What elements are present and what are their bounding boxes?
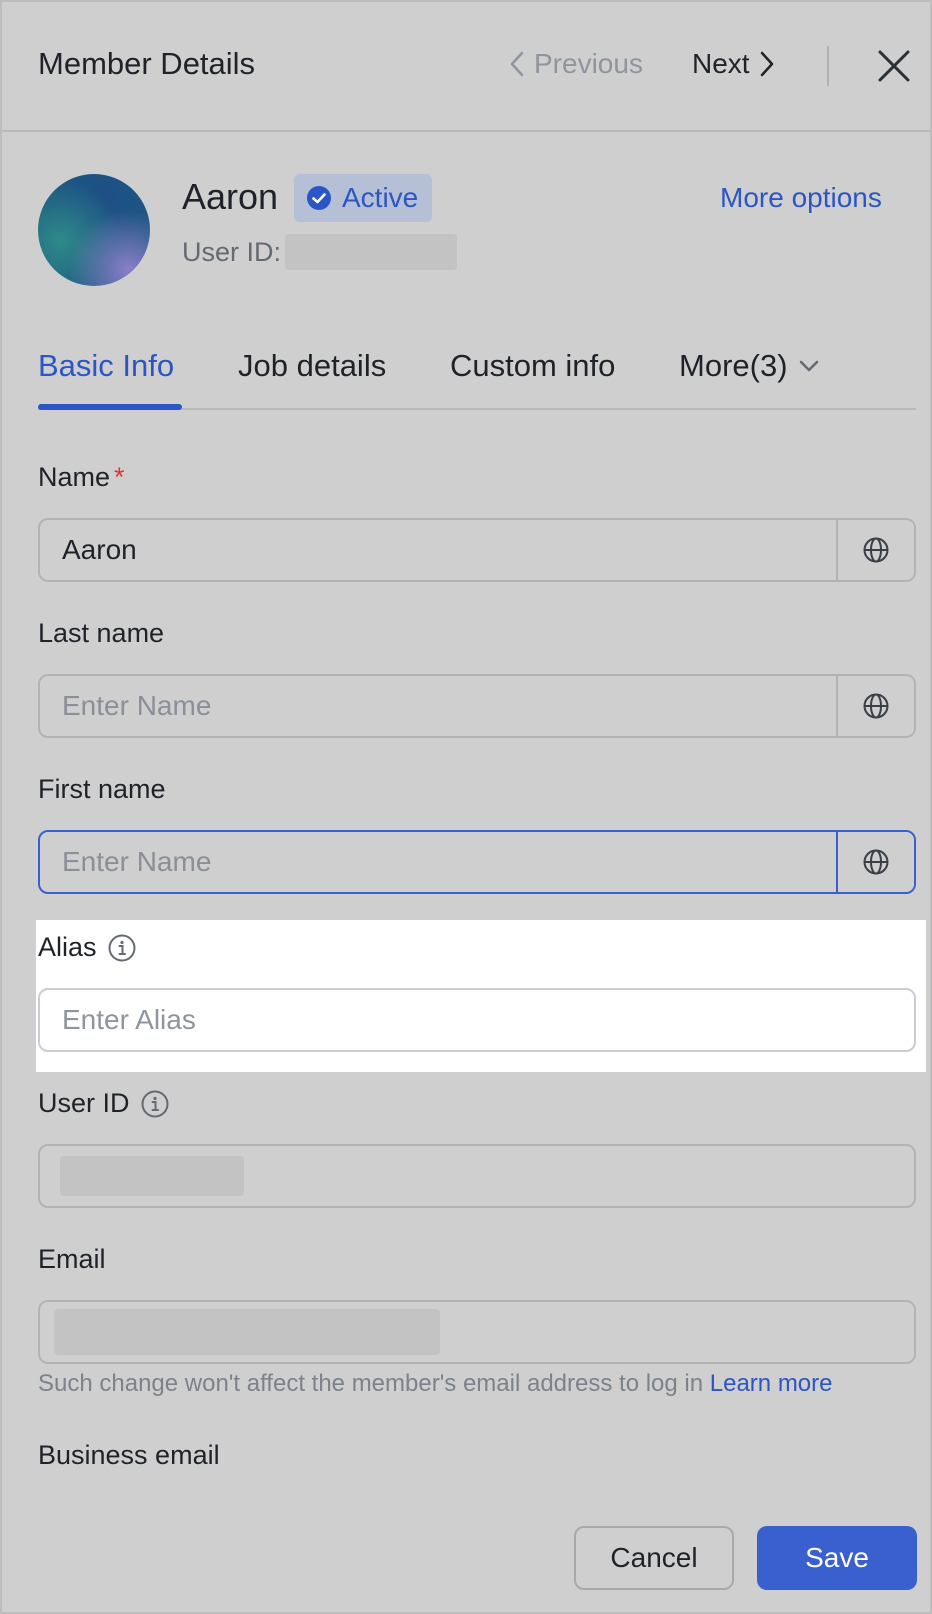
email-hint: Such change won't affect the member's em… <box>38 1370 833 1398</box>
chevron-right-icon <box>760 51 773 77</box>
user-id-input[interactable] <box>40 1146 914 1206</box>
close-button[interactable] <box>874 46 914 86</box>
tab-label: Basic Info <box>38 348 175 383</box>
alias-highlight: Alias Enter Alias <box>36 920 926 1072</box>
name-label-text: Name <box>38 462 111 492</box>
business-email-label: Business email <box>38 1440 220 1471</box>
business-email-label-text: Business email <box>38 1440 220 1470</box>
globe-icon <box>863 693 889 719</box>
alias-label: Alias <box>38 932 137 963</box>
tab-basic-info[interactable]: Basic Info <box>38 348 174 384</box>
status-text: Active <box>342 182 419 213</box>
email-hint-text: Such change won't affect the member's em… <box>38 1370 704 1397</box>
user-id-field-label: User ID <box>38 1088 170 1119</box>
globe-icon <box>863 537 889 563</box>
email-label-text: Email <box>38 1244 106 1274</box>
last-name-language-button[interactable] <box>836 676 914 736</box>
active-tab-indicator <box>38 404 182 410</box>
globe-icon <box>863 849 889 875</box>
chevron-left-icon <box>510 51 524 77</box>
close-icon <box>878 50 910 82</box>
last-name-input[interactable]: Enter Name <box>40 676 836 736</box>
tab-more[interactable]: More(3) <box>679 348 820 384</box>
info-icon[interactable] <box>107 933 137 963</box>
check-circle-icon <box>307 186 331 210</box>
learn-more-link[interactable]: Learn more <box>710 1370 833 1397</box>
cancel-button[interactable]: Cancel <box>574 1526 734 1590</box>
email-label: Email <box>38 1244 106 1275</box>
last-name-field: Enter Name <box>38 674 916 738</box>
chevron-down-icon <box>799 360 818 372</box>
previous-button[interactable]: Previous <box>508 48 643 80</box>
alias-label-text: Alias <box>38 932 97 962</box>
save-button[interactable]: Save <box>757 1526 917 1590</box>
tab-job-details[interactable]: Job details <box>238 348 386 384</box>
tab-custom-info[interactable]: Custom info <box>450 348 615 384</box>
first-name-label-text: First name <box>38 774 166 804</box>
last-name-label-text: Last name <box>38 618 165 648</box>
next-label: Next <box>692 48 750 79</box>
more-options-link[interactable]: More options <box>720 182 882 214</box>
info-icon[interactable] <box>140 1089 170 1119</box>
first-name-label: First name <box>38 774 166 805</box>
name-field: Aaron <box>38 518 916 582</box>
name-label: Name * <box>38 462 125 493</box>
name-input[interactable]: Aaron <box>40 520 836 580</box>
tab-label: More(3) <box>679 348 788 383</box>
user-id-redacted <box>285 234 458 270</box>
email-field <box>38 1300 916 1364</box>
tab-bar: Basic Info Job details Custom info More(… <box>38 342 916 410</box>
user-id-field-label-text: User ID <box>38 1088 130 1118</box>
required-mark: * <box>114 462 125 492</box>
user-id-value-redacted <box>60 1156 244 1196</box>
page-title: Member Details <box>38 46 256 81</box>
first-name-input[interactable]: Enter Name <box>40 832 836 892</box>
first-name-field: Enter Name <box>38 830 916 894</box>
member-details-drawer: Member Details Previous Next Aaron Activ… <box>0 0 932 1614</box>
header-divider <box>827 46 829 86</box>
member-name: Aaron <box>182 176 279 217</box>
tab-label: Job details <box>238 348 387 383</box>
user-id-field <box>38 1144 916 1208</box>
user-id-label: User ID: <box>182 236 282 267</box>
next-button[interactable]: Next <box>692 48 776 80</box>
first-name-language-button[interactable] <box>836 832 914 892</box>
previous-label: Previous <box>534 48 643 79</box>
name-language-button[interactable] <box>836 520 914 580</box>
user-id-line: User ID: <box>182 234 458 270</box>
email-value-redacted <box>54 1309 440 1355</box>
drawer-header: Member Details Previous Next <box>2 2 930 132</box>
avatar <box>38 174 150 286</box>
alias-input[interactable]: Enter Alias <box>40 990 914 1050</box>
last-name-label: Last name <box>38 618 164 649</box>
email-input[interactable] <box>40 1302 914 1362</box>
tab-label: Custom info <box>450 348 616 383</box>
alias-field: Enter Alias <box>38 988 916 1052</box>
status-badge: Active <box>294 174 433 222</box>
